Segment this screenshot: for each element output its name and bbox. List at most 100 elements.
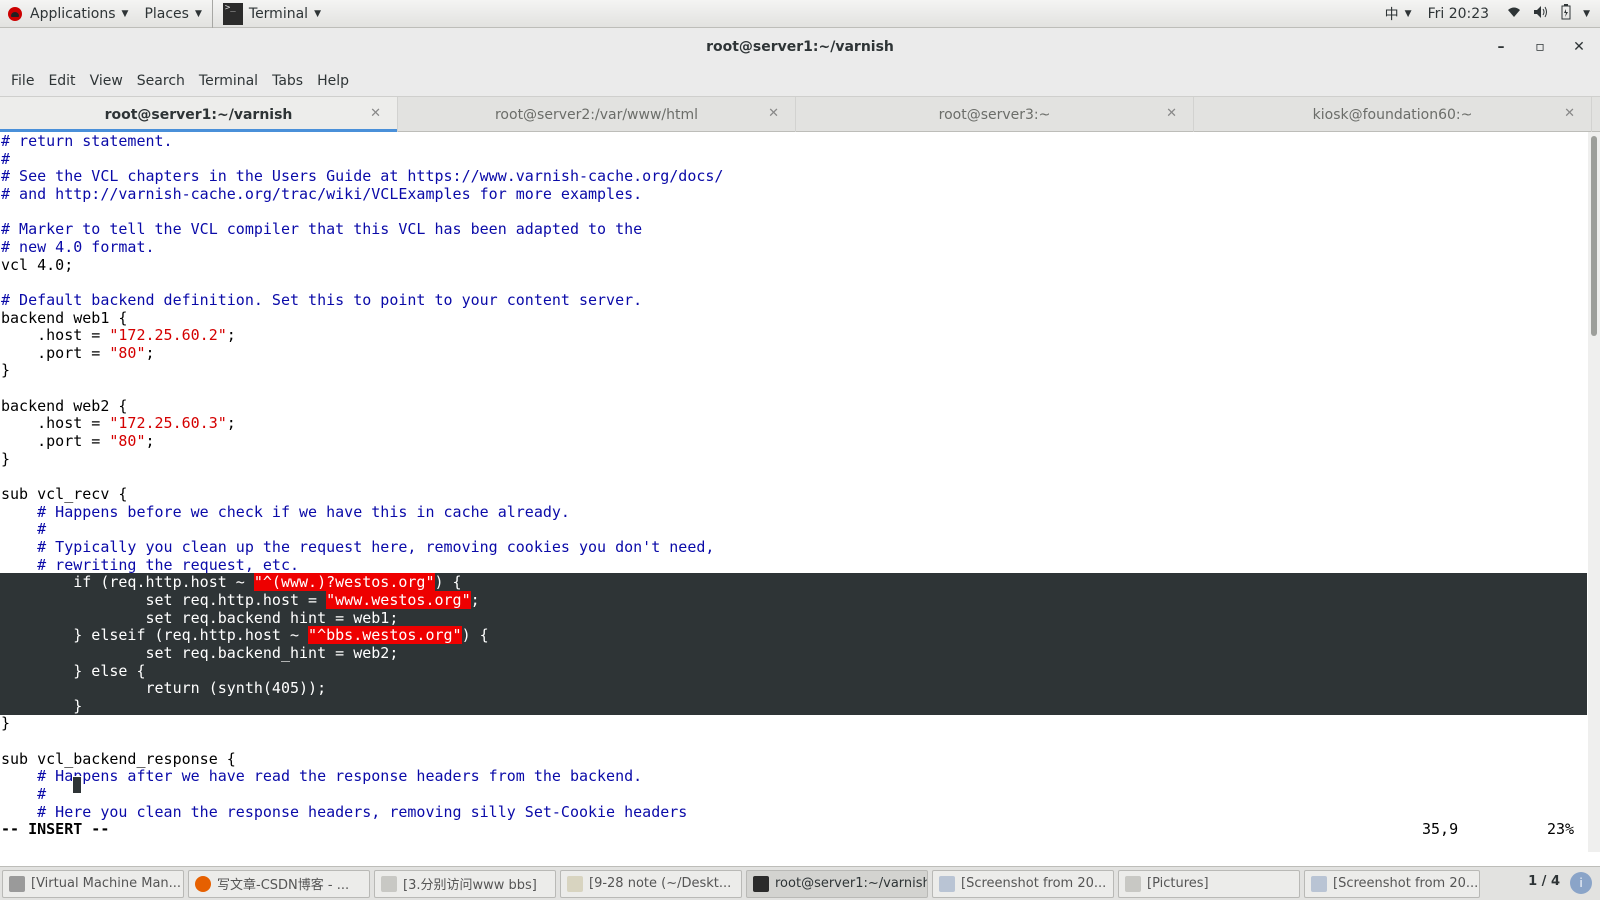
code-line: # Happens after we have read the respons… [1,767,643,786]
task-label: [3.分别访问www bbs] [403,878,537,893]
task-virt-manager[interactable]: [Virtual Machine Man... [2,869,184,898]
task-text-editor[interactable]: [9-28 note (~/Deskt... [560,869,742,898]
code-text: .host = [1,326,110,345]
window-title: root@server1:~/varnish [706,39,894,55]
code-line: # Happens before we check if we have thi… [1,502,570,521]
menu-help[interactable]: Help [310,73,356,89]
text-editor-icon [567,875,583,892]
code-line: } else { [0,661,1587,680]
tab-foundation60[interactable]: kiosk@foundation60:~ ✕ [1194,97,1592,132]
places-menu[interactable]: Places ▼ [136,0,209,28]
code-text: ) { [434,573,462,592]
task-label: [Screenshot from 20... [1333,876,1479,891]
close-icon[interactable]: ✕ [1564,106,1575,121]
volume-icon[interactable] [1533,5,1549,23]
code-line: backend web2 { [1,396,128,415]
terminal-scrollbar[interactable] [1588,132,1600,852]
firefox-icon [195,875,211,892]
string-literal: "80" [109,343,146,362]
applications-label: Applications [30,5,116,22]
tab-bar: root@server1:~/varnish ✕ root@server2:/v… [0,96,1600,132]
workspace-pager[interactable]: 1 / 4 [1528,874,1560,889]
menu-tabs[interactable]: Tabs [265,73,310,89]
wifi-icon[interactable] [1507,6,1521,22]
task-pictures[interactable]: [Pictures] [1118,869,1300,898]
terminal-app-menu[interactable]: >_ Terminal ▼ [215,0,329,28]
document-icon [381,875,397,892]
code-text: ; [470,590,480,609]
menu-view[interactable]: View [83,73,130,89]
code-text: ) { [461,626,489,645]
minimize-button[interactable]: – [1491,37,1511,57]
task-terminal[interactable]: root@server1:~/varnish [746,869,928,898]
code-text: ; [226,326,236,345]
power-menu-icon[interactable]: ▼ [1583,9,1590,19]
code-line: set req.http.host = "www.westos.org"; [0,590,1587,609]
input-method-indicator[interactable]: 中 [1385,4,1399,24]
terminal-view[interactable]: # return statement. # # See the VCL chapte… [0,132,1588,852]
virt-manager-icon [9,875,25,892]
task-document[interactable]: [3.分别访问www bbs] [374,869,556,898]
menu-edit[interactable]: Edit [41,73,82,89]
task-label: [Screenshot from 20... [961,876,1107,891]
close-window-button[interactable]: ✕ [1569,37,1589,57]
notification-icon[interactable]: i [1570,872,1592,894]
maximize-button[interactable]: ▫ [1530,37,1550,57]
code-line: # Default backend definition. Set this t… [1,290,643,309]
code-line: # See the VCL chapters in the Users Guid… [1,167,724,186]
code-line: backend web1 { [1,308,128,327]
code-line: # rewriting the request, etc. [1,555,300,574]
task-firefox[interactable]: 写文章-CSDN博客 - ... [188,869,370,898]
code-line: } [0,696,1587,715]
task-label: [Pictures] [1147,876,1209,891]
code-text: ; [145,432,155,451]
tab-server3[interactable]: root@server3:~ ✕ [796,97,1194,132]
chevron-down-icon: ▼ [314,8,321,19]
battery-icon[interactable] [1561,4,1571,24]
menu-file[interactable]: File [4,73,41,89]
close-icon[interactable]: ✕ [370,106,381,121]
string-literal: "^(www.)?westos.org" [253,573,435,592]
tab-label: root@server3:~ [938,106,1051,123]
screenshot-icon [939,875,955,892]
code-line: # new 4.0 format. [1,237,155,256]
task-screenshot-1[interactable]: [Screenshot from 20... [932,869,1114,898]
tab-server1[interactable]: root@server1:~/varnish ✕ [0,97,398,132]
code-line: } [1,361,11,380]
code-text: .port = [1,432,110,451]
code-line: } elseif (req.http.host ~ "^bbs.westos.o… [0,626,1587,645]
code-line: set req.backend_hint = web1; [0,608,1587,627]
code-line: .host = "172.25.60.3"; [1,414,236,432]
menu-search[interactable]: Search [130,73,192,89]
scrollbar-thumb[interactable] [1591,136,1597,336]
code-line: } [1,449,11,468]
tab-label: kiosk@foundation60:~ [1312,106,1473,123]
clock[interactable]: Fri 20:23 [1428,6,1489,22]
window-titlebar[interactable]: root@server1:~/varnish – ▫ ✕ [0,28,1600,66]
code-line: sub vcl_recv { [1,485,128,503]
string-literal: "^bbs.westos.org" [308,626,462,645]
code-line: if (req.http.host ~ "^(www.)?westos.org"… [0,573,1587,592]
window-list: [Virtual Machine Man... 写文章-CSDN博客 - ...… [0,866,1600,900]
string-literal: "80" [109,432,146,451]
close-icon[interactable]: ✕ [768,106,779,121]
terminal-app-label: Terminal [248,5,309,22]
code-line: return (synth(405)); [0,679,1587,698]
code-line: # return statement. [1,132,173,150]
task-screenshot-2[interactable]: [Screenshot from 20... [1304,869,1480,898]
vim-mode-indicator: -- INSERT -- [1,820,110,838]
code-line: # and http://varnish-cache.org/trac/wiki… [1,184,643,203]
code-text: set req.http.host = [1,590,327,609]
chevron-down-icon[interactable]: ▼ [1405,9,1412,19]
code-text: .host = [1,414,110,433]
code-line: # [1,520,47,539]
terminal-icon: >_ [222,2,243,25]
applications-menu[interactable]: Applications ▼ [0,0,136,28]
menu-terminal[interactable]: Terminal [192,73,265,89]
close-icon[interactable]: ✕ [1166,106,1177,121]
code-line: # Marker to tell the VCL compiler that t… [1,220,643,239]
code-line: # [1,149,11,168]
code-text: ; [145,343,155,362]
code-line: vcl 4.0; [1,255,74,274]
tab-server2[interactable]: root@server2:/var/www/html ✕ [398,97,796,132]
